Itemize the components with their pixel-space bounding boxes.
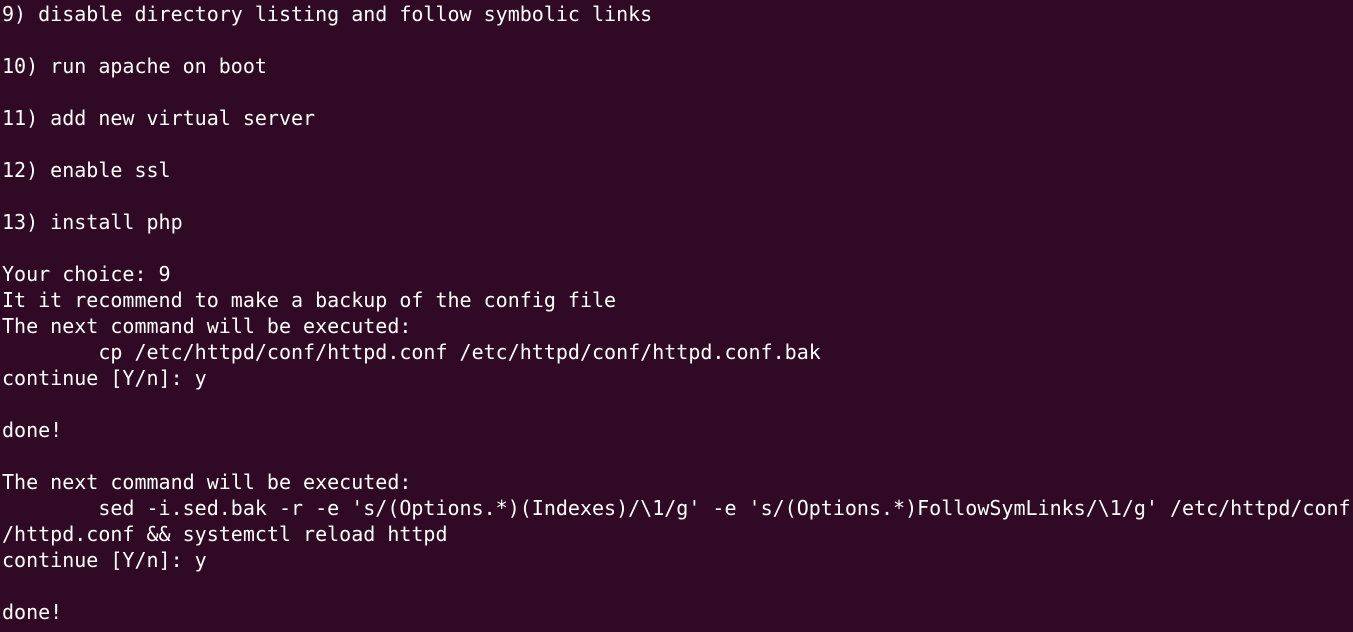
next-command-heading: The next command will be executed: — [2, 314, 412, 338]
terminal-window[interactable]: 9) disable directory listing and follow … — [0, 0, 1353, 632]
continue-prompt: continue [Y/n]: y — [2, 548, 207, 572]
menu-option-13: 13) install php — [2, 210, 183, 234]
done-message: done! — [2, 418, 63, 442]
menu-option-12: 12) enable ssl — [2, 158, 171, 182]
menu-option-9: 9) disable directory listing and follow … — [2, 2, 653, 26]
next-command-heading: The next command will be executed: — [2, 470, 412, 494]
done-message: done! — [2, 600, 63, 624]
sed-command: sed -i.sed.bak -r -e 's/(Options.*)(Inde… — [2, 496, 1351, 520]
backup-command: cp /etc/httpd/conf/httpd.conf /etc/httpd… — [2, 340, 821, 364]
choice-prompt: Your choice: 9 — [2, 262, 171, 286]
sed-command-continuation: /httpd.conf && systemctl reload httpd — [2, 522, 448, 546]
menu-option-10: 10) run apache on boot — [2, 54, 267, 78]
continue-prompt: continue [Y/n]: y — [2, 366, 207, 390]
menu-option-11: 11) add new virtual server — [2, 106, 316, 130]
backup-recommendation: It it recommend to make a backup of the … — [2, 288, 617, 312]
